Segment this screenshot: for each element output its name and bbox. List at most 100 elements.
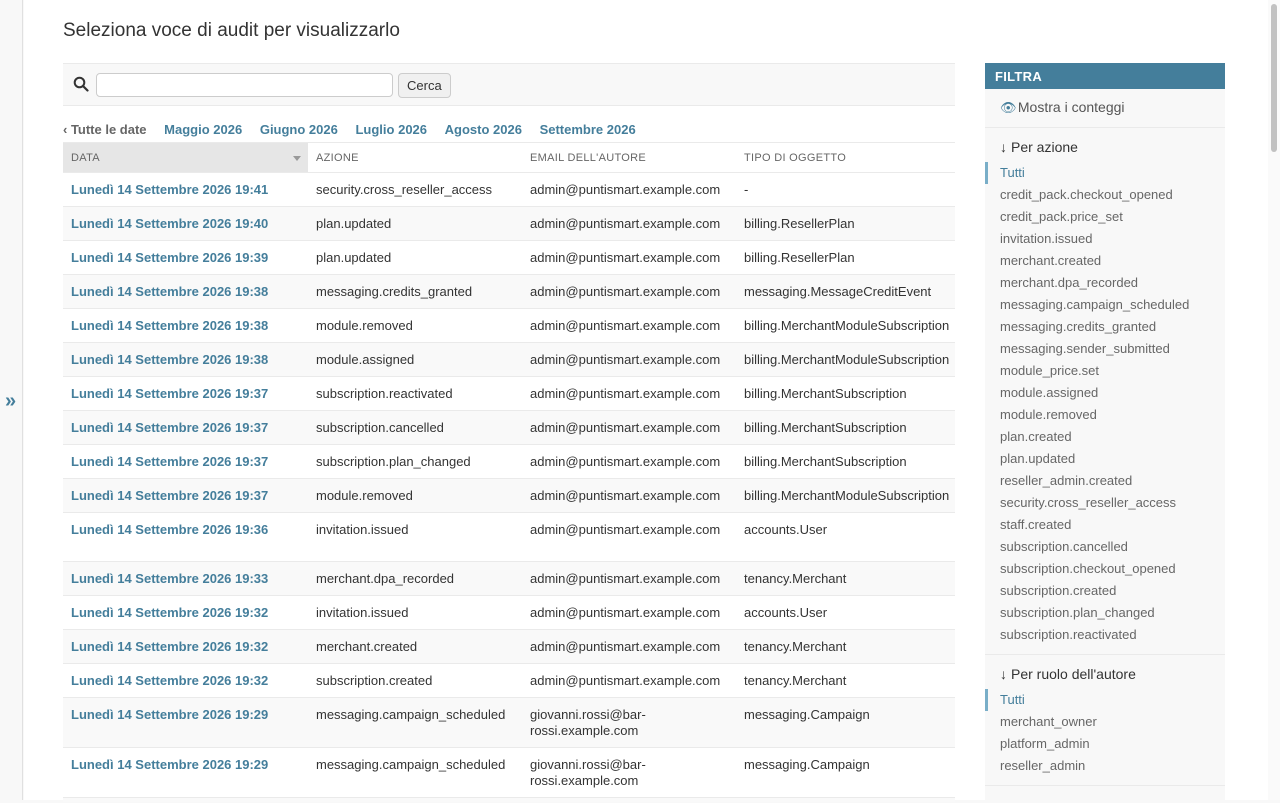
entry-link[interactable]: Lunedì 14 Settembre 2026 19:32	[71, 605, 268, 620]
entry-link[interactable]: Lunedì 14 Settembre 2026 19:38	[71, 318, 268, 333]
filter-option[interactable]: messaging.credits_granted	[985, 316, 1225, 338]
filter-option[interactable]: security.cross_reseller_access	[985, 492, 1225, 514]
cell-action: messaging.credits_granted	[308, 274, 522, 309]
entry-link[interactable]: Lunedì 14 Settembre 2026 19:40	[71, 216, 268, 231]
cell-action: invitation.issued	[308, 595, 522, 630]
cell-date: Lunedì 14 Settembre 2026 19:32	[63, 629, 308, 664]
cell-type: billing.MerchantModuleSubscription	[736, 342, 955, 377]
cell-type: -	[736, 172, 955, 207]
filter-option[interactable]: subscription.plan_changed	[985, 602, 1225, 624]
cell-action: module.removed	[308, 478, 522, 513]
filter-option[interactable]: Tutti	[985, 689, 1225, 711]
filter-option[interactable]: merchant.created	[985, 250, 1225, 272]
cell-email: admin@puntismart.example.com	[522, 342, 736, 377]
entry-link[interactable]: Lunedì 14 Settembre 2026 19:32	[71, 673, 268, 688]
month-link[interactable]: Agosto 2026	[445, 122, 522, 137]
entry-link[interactable]: Lunedì 14 Settembre 2026 19:39	[71, 250, 268, 265]
entry-link[interactable]: Lunedì 14 Settembre 2026 19:37	[71, 386, 268, 401]
cell-date: Lunedì 14 Settembre 2026 19:41	[63, 172, 308, 207]
scrollbar[interactable]	[1268, 0, 1280, 800]
filter-option[interactable]: module.assigned	[985, 382, 1225, 404]
cell-email: admin@puntismart.example.com	[522, 240, 736, 275]
entry-link[interactable]: Lunedì 14 Settembre 2026 19:37	[71, 420, 268, 435]
filter-option[interactable]: credit_pack.price_set	[985, 206, 1225, 228]
search-button[interactable]: Cerca	[398, 73, 451, 98]
cell-email: admin@puntismart.example.com	[522, 595, 736, 630]
cell-type: billing.MerchantModuleSubscription	[736, 308, 955, 343]
entry-link[interactable]: Lunedì 14 Settembre 2026 19:33	[71, 571, 268, 586]
entry-link[interactable]: Lunedì 14 Settembre 2026 19:38	[71, 352, 268, 367]
cell-date: Lunedì 14 Settembre 2026 19:32	[63, 595, 308, 630]
entry-link[interactable]: Lunedì 14 Settembre 2026 19:37	[71, 488, 268, 503]
filter-option[interactable]: plan.created	[985, 426, 1225, 448]
expand-sidebar-button[interactable]: »	[5, 390, 16, 413]
filter-option[interactable]: subscription.checkout_opened	[985, 558, 1225, 580]
cell-email: giovanni.rossi@bar-rossi.example.com	[522, 747, 736, 798]
filter-option[interactable]: platform_admin	[985, 733, 1225, 755]
cell-action: plan.updated	[308, 206, 522, 241]
cell-date: Lunedì 14 Settembre 2026 19:29	[63, 747, 308, 798]
cell-email: admin@puntismart.example.com	[522, 274, 736, 309]
filter-option[interactable]: Tutti	[985, 162, 1225, 184]
entry-link[interactable]: Lunedì 14 Settembre 2026 19:38	[71, 284, 268, 299]
filter-sidebar: Filtra 👁 Mostra i conteggi ↓ Per azione T…	[985, 63, 1225, 803]
filter-option[interactable]: subscription.reactivated	[985, 624, 1225, 646]
cell-date: Lunedì 14 Settembre 2026 19:40	[63, 206, 308, 241]
month-link[interactable]: Luglio 2026	[355, 122, 427, 137]
column-header-email[interactable]: Email dell'autore	[522, 142, 736, 173]
results-table-container: Data Azione Email dell'autore Tipo di og…	[63, 142, 955, 802]
cell-date: Lunedì 14 Settembre 2026 19:39	[63, 240, 308, 275]
all-dates-link[interactable]: ‹ Tutte le date	[63, 122, 147, 137]
results-table: Data Azione Email dell'autore Tipo di og…	[63, 142, 955, 802]
filter-option[interactable]: messaging.campaign_scheduled	[985, 294, 1225, 316]
filter-option[interactable]: merchant.dpa_recorded	[985, 272, 1225, 294]
entry-link[interactable]: Lunedì 14 Settembre 2026 19:32	[71, 639, 268, 654]
cell-email: admin@puntismart.example.com	[522, 478, 736, 513]
cell-type: billing.MerchantSubscription	[736, 410, 955, 445]
entry-link[interactable]: Lunedì 14 Settembre 2026 19:37	[71, 454, 268, 469]
cell-type: messaging.MessageCreditEvent	[736, 274, 955, 309]
filter-option[interactable]: credit_pack.checkout_opened	[985, 184, 1225, 206]
scrollbar-thumb[interactable]	[1271, 4, 1277, 152]
table-row: Lunedì 14 Settembre 2026 19:29 messaging.…	[63, 747, 955, 798]
table-row: Lunedì 14 Settembre 2026 19:38 module.ass…	[63, 342, 955, 377]
table-row: Lunedì 14 Settembre 2026 19:33 merchant.d…	[63, 561, 955, 596]
cell-date: Lunedì 14 Settembre 2026 19:36	[63, 512, 308, 562]
cell-action: messaging.campaign_scheduled	[308, 747, 522, 798]
cell-date: Lunedì 14 Settembre 2026 19:29	[63, 697, 308, 748]
filter-option[interactable]: merchant_owner	[985, 711, 1225, 733]
column-header-type[interactable]: Tipo di oggetto	[736, 142, 955, 173]
column-header-action[interactable]: Azione	[308, 142, 522, 173]
filter-option[interactable]: invitation.issued	[985, 228, 1225, 250]
filter-option[interactable]: reseller_admin.created	[985, 470, 1225, 492]
cell-type: billing.MerchantModuleSubscription	[736, 478, 955, 513]
cell-date: Lunedì 14 Settembre 2026 19:37	[63, 376, 308, 411]
sidebar-toggle-column: »	[0, 0, 23, 800]
search-input[interactable]	[96, 73, 393, 97]
filter-option[interactable]: module_price.set	[985, 360, 1225, 382]
entry-link[interactable]: Lunedì 14 Settembre 2026 19:36	[71, 522, 268, 537]
cell-email: admin@puntismart.example.com	[522, 561, 736, 596]
entry-link[interactable]: Lunedì 14 Settembre 2026 19:41	[71, 182, 268, 197]
arrow-down-icon: ↓	[1000, 666, 1007, 682]
month-link[interactable]: Giugno 2026	[260, 122, 338, 137]
filter-option[interactable]: subscription.created	[985, 580, 1225, 602]
entry-link[interactable]: Lunedì 14 Settembre 2026 19:29	[71, 707, 268, 722]
cell-type: messaging.Campaign	[736, 747, 955, 798]
filter-option[interactable]: reseller_admin	[985, 755, 1225, 777]
table-row: Lunedì 14 Settembre 2026 19:41 security.c…	[63, 172, 955, 207]
filter-option[interactable]: staff.created	[985, 514, 1225, 536]
entry-link[interactable]: Lunedì 14 Settembre 2026 19:29	[71, 757, 268, 772]
month-link[interactable]: Settembre 2026	[540, 122, 636, 137]
filter-option[interactable]: plan.updated	[985, 448, 1225, 470]
cell-email: admin@puntismart.example.com	[522, 629, 736, 664]
column-header-date[interactable]: Data	[63, 142, 308, 173]
show-counts-link[interactable]: 👁 Mostra i conteggi	[985, 89, 1225, 128]
cell-action: subscription.plan_changed	[308, 444, 522, 479]
filter-option[interactable]: messaging.sender_submitted	[985, 338, 1225, 360]
filter-option[interactable]: subscription.cancelled	[985, 536, 1225, 558]
filter-option[interactable]: module.removed	[985, 404, 1225, 426]
month-link[interactable]: Maggio 2026	[164, 122, 242, 137]
filter-title: Filtra	[985, 63, 1225, 89]
search-toolbar: Cerca	[63, 63, 955, 106]
